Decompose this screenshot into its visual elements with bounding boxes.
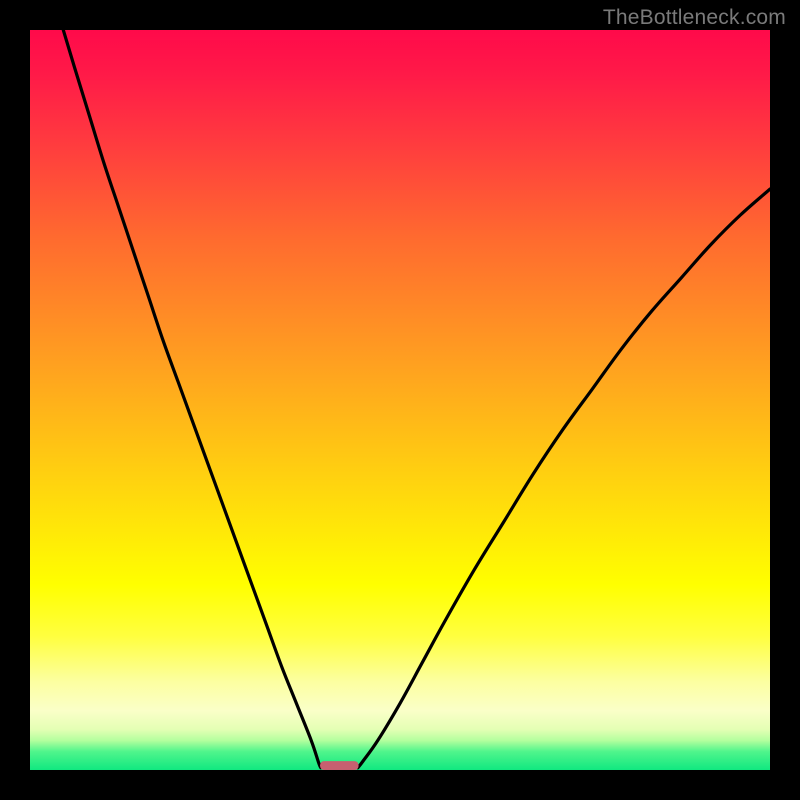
plot-frame [30,30,770,770]
plot-svg [30,30,770,770]
watermark: TheBottleneck.com [603,6,786,30]
curve-right [358,189,770,768]
curve-left [63,30,321,768]
bottom-bar-marker [320,761,358,770]
